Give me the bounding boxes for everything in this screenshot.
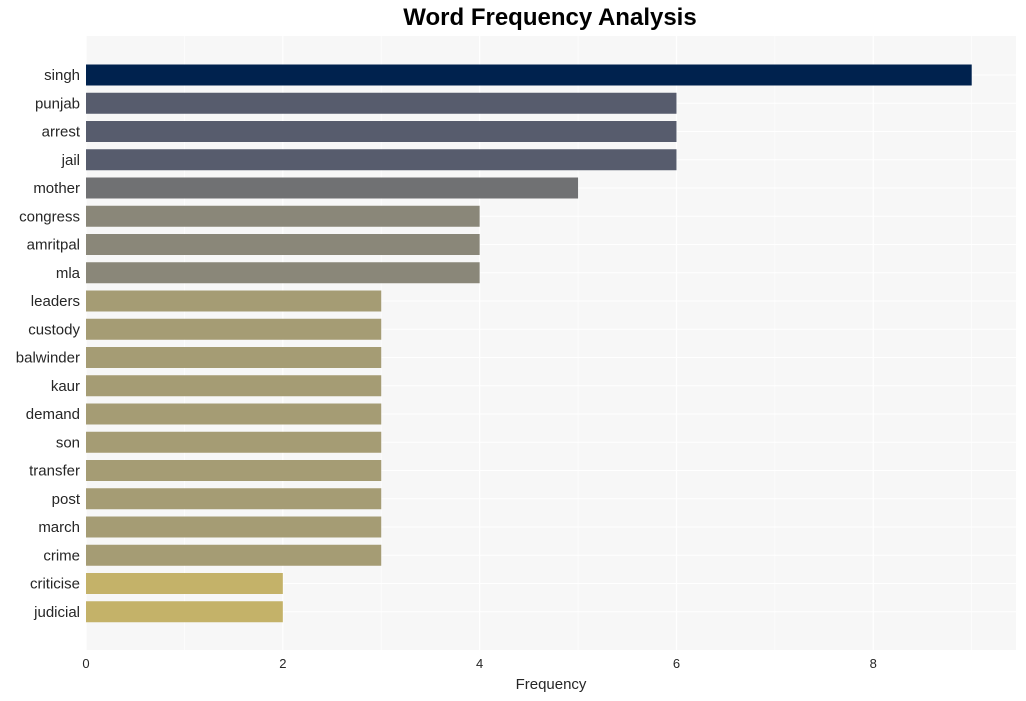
bar-congress <box>86 205 480 227</box>
x-tick-labels: 0 2 4 6 8 <box>82 656 877 671</box>
y-tick-label: leaders <box>31 293 80 310</box>
bar-judicial <box>86 601 283 623</box>
bar-mla <box>86 262 480 284</box>
y-tick-label: post <box>52 491 81 508</box>
bar-balwinder <box>86 347 382 368</box>
bar-amritpal <box>86 234 480 255</box>
y-tick-label: congress <box>19 208 80 225</box>
bar-crime <box>86 544 382 566</box>
bar-mother <box>86 177 579 199</box>
bar-arrest <box>86 121 677 142</box>
y-tick-label: son <box>56 434 80 451</box>
bar-criticise <box>86 573 283 594</box>
y-tick-labels: singh punjab arrest jail mother congress amrit… <box>16 67 81 621</box>
x-tick-label: 8 <box>870 656 877 671</box>
bar-leaders <box>86 290 382 312</box>
y-tick-label: arrest <box>42 124 81 141</box>
y-tick-label: judicial <box>33 604 80 621</box>
bar-demand <box>86 403 382 425</box>
y-tick-label: mother <box>33 180 80 197</box>
bar-march <box>86 516 382 538</box>
y-tick-label: punjab <box>35 95 80 112</box>
bar-singh <box>86 64 972 86</box>
y-tick-label: march <box>38 519 80 536</box>
x-axis-label: Frequency <box>516 676 587 693</box>
y-tick-label: amritpal <box>27 237 80 254</box>
y-tick-label: transfer <box>29 463 80 480</box>
y-tick-label: demand <box>26 406 80 423</box>
y-tick-label: kaur <box>51 378 80 395</box>
x-tick-label: 0 <box>82 656 89 671</box>
x-tick-label: 2 <box>279 656 286 671</box>
bar-chart: singh punjab arrest jail mother congress amrit… <box>16 36 1016 693</box>
bar-son <box>86 431 382 453</box>
y-tick-label: mla <box>56 265 81 282</box>
y-tick-label: crime <box>43 547 80 564</box>
bar-kaur <box>86 375 382 397</box>
bar-custody <box>86 318 382 340</box>
y-tick-label: balwinder <box>16 350 80 367</box>
y-tick-label: jail <box>61 152 80 169</box>
y-tick-label: criticise <box>30 576 80 593</box>
bar-jail <box>86 149 677 171</box>
bar-punjab <box>86 92 677 114</box>
y-tick-label: singh <box>44 67 80 84</box>
y-tick-label: custody <box>28 321 80 338</box>
bar-post <box>86 488 382 510</box>
x-tick-label: 6 <box>673 656 680 671</box>
x-tick-label: 4 <box>476 656 483 671</box>
bar-transfer <box>86 460 382 481</box>
